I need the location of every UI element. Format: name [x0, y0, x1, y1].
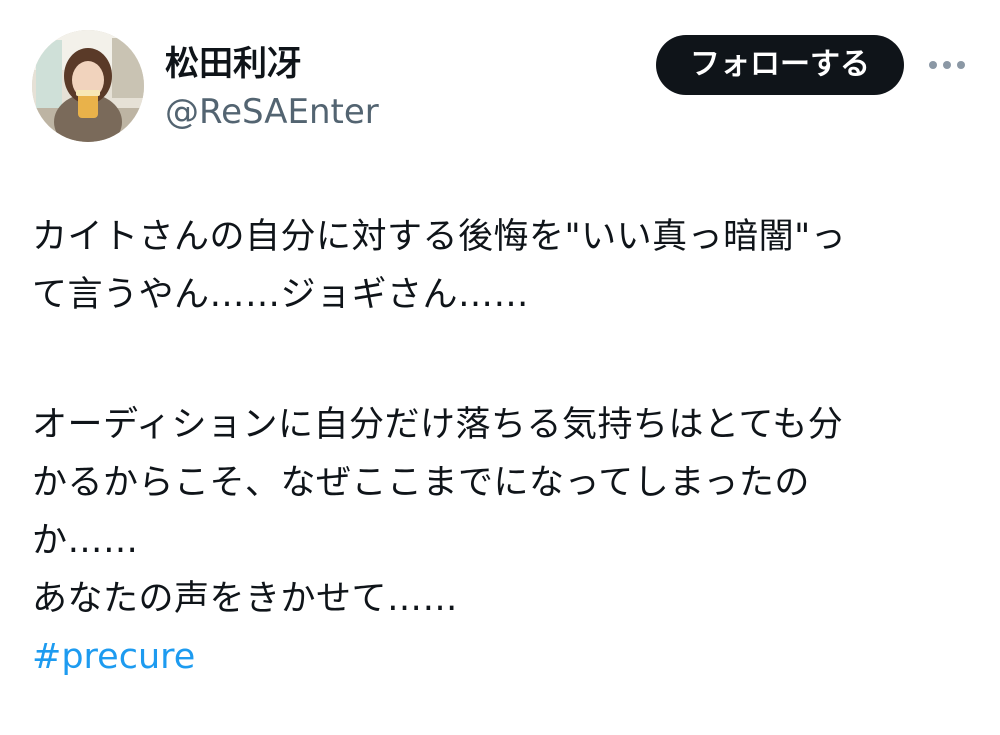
hashtag-link[interactable]: #precure	[32, 628, 972, 686]
tweet-line: か……	[32, 521, 139, 561]
user-handle[interactable]: @ReSAEnter	[165, 90, 379, 134]
profile-photo	[32, 30, 144, 142]
tweet-line: オーディションに自分だけ落ちる気持ちはとても分	[32, 405, 844, 445]
avatar[interactable]	[32, 30, 144, 142]
tweet-header: 松田利冴 @ReSAEnter フォローする	[0, 0, 1000, 160]
tweet-line: て言うやん……ジョギさん……	[32, 275, 530, 315]
display-name[interactable]: 松田利冴	[165, 42, 301, 86]
tweet-text: カイトさんの自分に対する後悔を"いい真っ暗闇"っ て言うやん……ジョギさん…… …	[32, 208, 972, 686]
tweet-line: かるからこそ、なぜここまでになってしまったの	[32, 463, 810, 503]
follow-button[interactable]: フォローする	[656, 35, 904, 95]
tweet-line: カイトさんの自分に対する後悔を"いい真っ暗闇"っ	[32, 217, 847, 257]
more-horizontal-icon[interactable]	[924, 50, 970, 80]
tweet-line: あなたの声をきかせて……	[32, 579, 459, 619]
